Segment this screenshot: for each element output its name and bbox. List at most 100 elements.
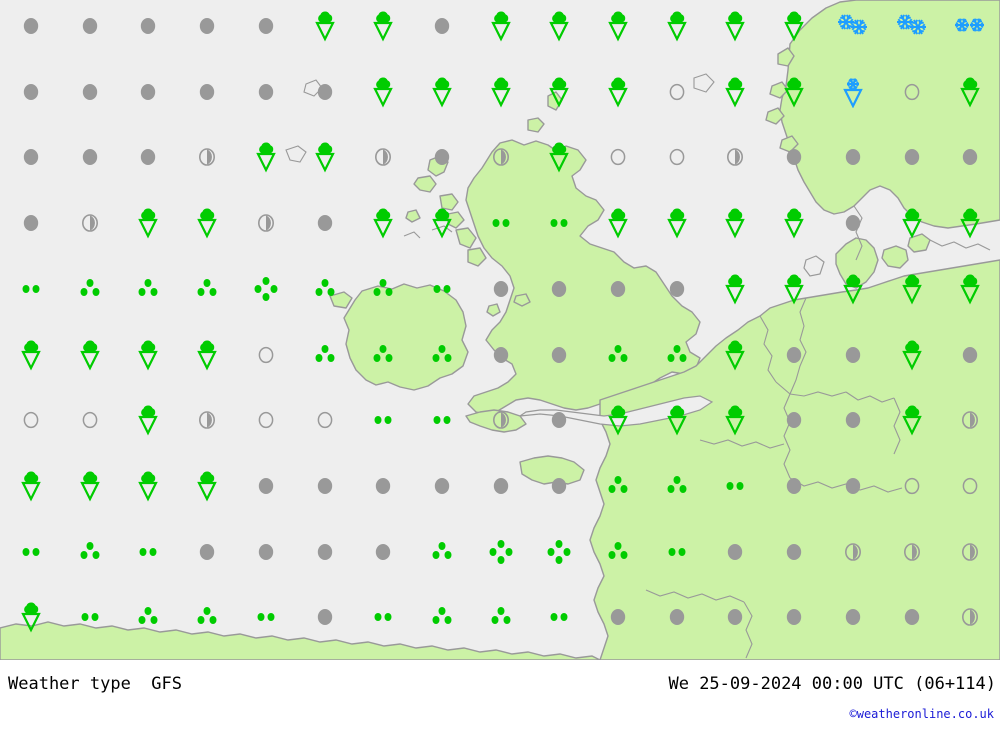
light-rain-icon xyxy=(546,210,572,236)
overcast-cloud-icon xyxy=(255,475,277,497)
overcast-cloud-icon xyxy=(314,81,336,103)
overcast-cloud-icon xyxy=(431,15,453,37)
partly-cloudy-icon xyxy=(79,212,101,234)
partly-cloudy-icon xyxy=(901,541,923,563)
rain-shower-icon xyxy=(605,76,631,108)
moderate-rain-icon xyxy=(194,604,220,630)
light-rain-icon xyxy=(664,539,690,565)
clear-sky-icon xyxy=(255,344,277,366)
rain-shower-icon xyxy=(370,10,396,42)
rain-shower-icon xyxy=(77,470,103,502)
footer-title: Weather type GFS xyxy=(8,674,182,694)
overcast-cloud-icon xyxy=(959,146,981,168)
light-snow-icon xyxy=(952,11,988,41)
rain-shower-icon xyxy=(664,404,690,436)
light-rain-icon xyxy=(18,276,44,302)
overcast-cloud-icon xyxy=(20,146,42,168)
overcast-cloud-icon xyxy=(607,606,629,628)
moderate-rain-icon xyxy=(605,539,631,565)
overcast-cloud-icon xyxy=(842,146,864,168)
moderate-rain-icon xyxy=(664,342,690,368)
overcast-cloud-icon xyxy=(490,475,512,497)
rain-shower-icon xyxy=(370,207,396,239)
partly-cloudy-icon xyxy=(372,146,394,168)
moderate-rain-icon xyxy=(429,539,455,565)
rain-shower-icon xyxy=(135,404,161,436)
snow-icon xyxy=(835,11,871,41)
overcast-cloud-icon xyxy=(901,146,923,168)
light-rain-icon xyxy=(370,604,396,630)
rain-shower-icon xyxy=(840,273,866,305)
overcast-cloud-icon xyxy=(842,606,864,628)
overcast-cloud-icon xyxy=(196,15,218,37)
moderate-rain-icon xyxy=(429,604,455,630)
rain-shower-icon xyxy=(722,207,748,239)
overcast-cloud-icon xyxy=(79,15,101,37)
light-rain-icon xyxy=(370,407,396,433)
moderate-rain-icon xyxy=(135,276,161,302)
rain-shower-icon xyxy=(781,207,807,239)
overcast-cloud-icon xyxy=(431,146,453,168)
overcast-cloud-icon xyxy=(548,475,570,497)
rain-shower-icon xyxy=(546,141,572,173)
rain-shower-icon xyxy=(722,339,748,371)
weather-map-page: Weather type GFS We 25-09-2024 00:00 UTC… xyxy=(0,0,1000,733)
moderate-rain-icon xyxy=(312,276,338,302)
overcast-cloud-icon xyxy=(137,146,159,168)
rain-shower-icon xyxy=(429,76,455,108)
overcast-cloud-icon xyxy=(842,475,864,497)
clear-sky-icon xyxy=(79,409,101,431)
overcast-cloud-icon xyxy=(666,606,688,628)
rain-shower-icon xyxy=(899,273,925,305)
rain-shower-icon xyxy=(722,10,748,42)
partly-cloudy-icon xyxy=(196,146,218,168)
overcast-cloud-icon xyxy=(842,409,864,431)
rain-shower-icon xyxy=(194,470,220,502)
partly-cloudy-icon xyxy=(724,146,746,168)
overcast-cloud-icon xyxy=(490,278,512,300)
overcast-cloud-icon xyxy=(783,475,805,497)
light-rain-icon xyxy=(722,473,748,499)
rain-shower-icon xyxy=(605,10,631,42)
clear-sky-icon xyxy=(666,146,688,168)
overcast-cloud-icon xyxy=(783,146,805,168)
overcast-cloud-icon xyxy=(901,606,923,628)
rain-shower-icon xyxy=(781,273,807,305)
overcast-cloud-icon xyxy=(431,475,453,497)
overcast-cloud-icon xyxy=(372,475,394,497)
partly-cloudy-icon xyxy=(959,409,981,431)
rain-shower-icon xyxy=(605,404,631,436)
partly-cloudy-icon xyxy=(959,606,981,628)
clear-sky-icon xyxy=(607,146,629,168)
overcast-cloud-icon xyxy=(783,344,805,366)
overcast-cloud-icon xyxy=(783,606,805,628)
rain-shower-icon xyxy=(135,207,161,239)
rain-shower-icon xyxy=(312,10,338,42)
overcast-cloud-icon xyxy=(607,278,629,300)
partly-cloudy-icon xyxy=(255,212,277,234)
moderate-rain-icon xyxy=(135,604,161,630)
moderate-rain-icon xyxy=(370,342,396,368)
light-rain-icon xyxy=(18,539,44,565)
heavy-rain-icon xyxy=(488,539,514,565)
moderate-rain-icon xyxy=(429,342,455,368)
partly-cloudy-icon xyxy=(196,409,218,431)
partly-cloudy-icon xyxy=(490,146,512,168)
clear-sky-icon xyxy=(901,475,923,497)
map-canvas[interactable] xyxy=(0,0,1000,660)
clear-sky-icon xyxy=(314,409,336,431)
light-rain-icon xyxy=(488,210,514,236)
rain-shower-icon xyxy=(781,76,807,108)
light-rain-icon xyxy=(253,604,279,630)
heavy-rain-icon xyxy=(253,276,279,302)
overcast-cloud-icon xyxy=(490,344,512,366)
rain-shower-icon xyxy=(18,470,44,502)
moderate-rain-icon xyxy=(605,473,631,499)
clear-sky-icon xyxy=(20,409,42,431)
weather-symbol-layer xyxy=(0,0,1000,660)
overcast-cloud-icon xyxy=(137,15,159,37)
rain-shower-icon xyxy=(546,76,572,108)
overcast-cloud-icon xyxy=(548,278,570,300)
light-rain-icon xyxy=(429,276,455,302)
overcast-cloud-icon xyxy=(255,15,277,37)
